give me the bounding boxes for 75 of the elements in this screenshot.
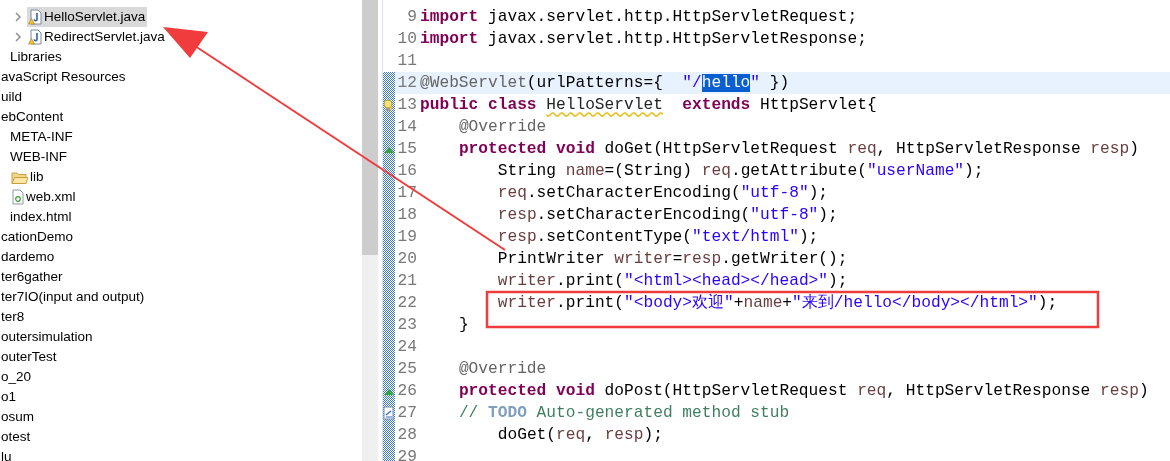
tree-item[interactable]: o1	[0, 387, 19, 407]
code-line: @Override	[458, 360, 547, 378]
tree-item[interactable]: META-INF	[9, 127, 75, 147]
tree-item[interactable]: Libraries	[9, 47, 64, 67]
tree-item[interactable]: index.html	[9, 207, 74, 227]
code-line: PrintWriter writer=resp.getWriter();	[497, 250, 848, 268]
tree-item[interactable]: otest	[0, 427, 33, 447]
tree-item[interactable]: HelloServlet.java	[27, 7, 148, 27]
code-line: public class HelloServlet extends HttpServlet{	[420, 96, 877, 114]
line-number: 19	[396, 227, 418, 248]
code-line: resp.setContentType("text/html");	[497, 228, 819, 246]
code-line: protected void doGet(HttpServletRequest req, HttpServletResponse resp)	[458, 140, 1139, 158]
folder-icon	[11, 169, 28, 185]
item-label: web.xml	[26, 187, 76, 206]
line-number: 21	[396, 271, 418, 292]
code-line: }	[458, 316, 469, 334]
tree-item[interactable]: outerTest	[0, 347, 59, 367]
line-number: 10	[396, 29, 418, 50]
code-line: writer.print("<html><head></head>");	[497, 272, 848, 290]
item-label: RedirectServlet.java	[44, 27, 165, 46]
line-number: 29	[396, 447, 418, 461]
code-line: writer.print("<body>欢迎"+name+"来到/hello</body></html>");	[497, 294, 1058, 312]
line-number: 13	[396, 95, 418, 116]
line-number: 14	[396, 117, 418, 138]
code-line: import javax.servlet.http.HttpServletRequest;	[420, 8, 858, 26]
line-number: 22	[396, 293, 418, 314]
line-number: 9	[406, 7, 418, 28]
code-line: req.setCharacterEncoding("utf-8");	[497, 184, 829, 202]
line-number: 16	[396, 161, 418, 182]
code-line: protected void doPost(HttpServletRequest req, HttpServletResponse resp)	[458, 382, 1149, 400]
line-number: 24	[396, 337, 418, 358]
xml-file-icon	[11, 189, 24, 205]
item-label: lib	[30, 167, 44, 186]
line-number: 26	[396, 381, 418, 402]
line-number: 11	[396, 51, 418, 72]
tree-item[interactable]: outersimulation	[0, 327, 95, 347]
line-number: 28	[396, 425, 418, 446]
tree-item[interactable]: lib	[10, 167, 46, 187]
tree-item[interactable]: osum	[0, 407, 36, 427]
tree-item[interactable]: dardemo	[0, 247, 57, 267]
code-line: String name=(String) req.getAttribute("userName");	[497, 162, 984, 180]
line-number: 17	[396, 183, 418, 204]
task-icon	[383, 406, 394, 420]
line-number: 25	[396, 359, 418, 380]
tree-item[interactable]: WEB-INF	[9, 147, 69, 167]
tree-item[interactable]: ebContent	[0, 107, 66, 127]
code-line: // TODO Auto-generated method stub	[458, 404, 790, 422]
line-number: 20	[396, 249, 418, 270]
tree-item[interactable]: o_20	[0, 367, 34, 387]
warning-bulb-icon	[383, 98, 394, 112]
item-label: HelloServlet.java	[44, 7, 146, 26]
tree-item[interactable]: ter8	[0, 307, 27, 327]
code-line: @WebServlet(urlPatterns={ "/hello" })	[420, 74, 790, 92]
tree-item[interactable]: ter6gather	[0, 267, 65, 287]
code-line: resp.setCharacterEncoding("utf-8");	[497, 206, 838, 224]
line-number: 15	[396, 139, 418, 160]
tree-item[interactable]: avaScript Resources	[0, 67, 128, 87]
scrollbar-thumb[interactable]	[362, 0, 378, 255]
tree-item[interactable]: RedirectServlet.java	[27, 27, 167, 47]
code-line: @Override	[458, 118, 547, 136]
tree-item[interactable]: ter7IO(input and output)	[0, 287, 147, 307]
line-number: 23	[396, 315, 418, 336]
java-file-warning-icon	[28, 29, 42, 45]
line-number: 12	[396, 73, 418, 94]
java-file-warning-icon	[28, 9, 42, 25]
code-line: doGet(req, resp);	[497, 426, 663, 444]
line-number: 27	[396, 403, 418, 424]
tree-item[interactable]: uild	[0, 87, 24, 107]
tree-item[interactable]: cationDemo	[0, 227, 76, 247]
tree-item[interactable]: lu	[0, 447, 14, 461]
code-line: import javax.servlet.http.HttpServletResponse;	[420, 30, 867, 48]
expand-chevron-icon[interactable]	[14, 32, 24, 42]
tree-item[interactable]: web.xml	[10, 187, 78, 207]
expand-chevron-icon[interactable]	[14, 12, 24, 22]
line-number: 18	[396, 205, 418, 226]
